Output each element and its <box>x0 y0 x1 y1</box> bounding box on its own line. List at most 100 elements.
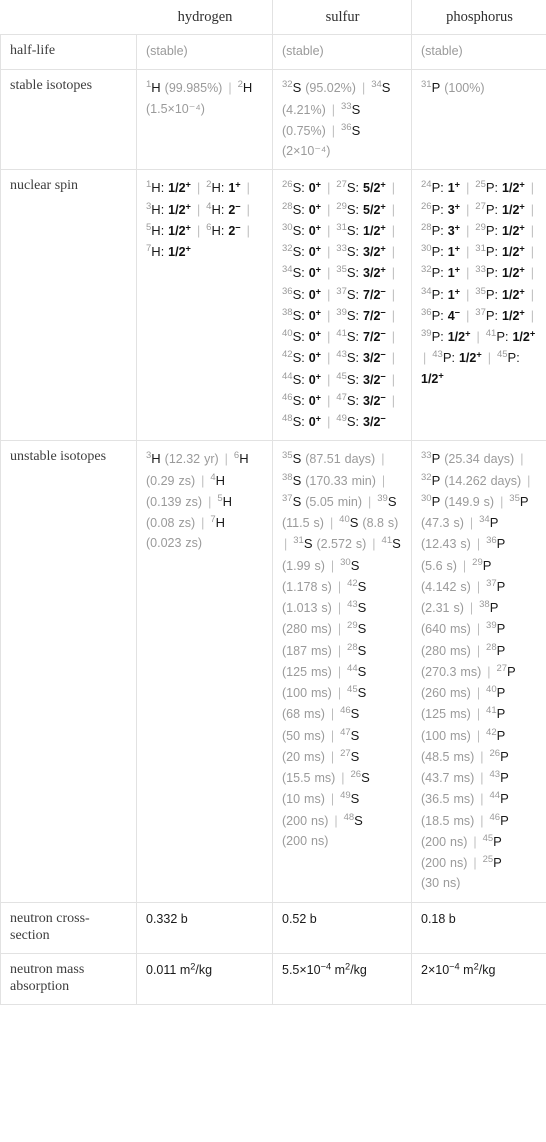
nuclear-spin-value: 1/2+ <box>502 243 525 260</box>
row-label-neutron-mass-absorption: neutron mass absorption <box>0 952 137 1005</box>
separator: | <box>391 287 396 302</box>
table-row: unstable isotopes 3H (12.32 yr) | 6H (0.2… <box>0 440 546 903</box>
separator: | <box>391 351 396 366</box>
nuclear-spin-value: 1/2+ <box>168 243 191 260</box>
separator: | <box>530 266 535 281</box>
nuclear-spin-value: 3/2− <box>363 349 386 366</box>
element-symbol: S <box>350 706 360 722</box>
separator: | <box>327 351 331 366</box>
cell-sulfur-neutron-mass-absorption: 5.5×10−4 m2/kg <box>272 952 412 1005</box>
isotope-abundance: (4.142 s) <box>421 579 471 594</box>
isotope-label: 27S: <box>336 179 360 196</box>
cell-sulfur-stable-isotopes: 32S (95.02%) | 34S (4.21%) | 33S (0.75%)… <box>272 69 412 171</box>
separator: | <box>476 686 481 701</box>
element-symbol: S <box>357 642 367 658</box>
element-symbol: P <box>500 748 509 764</box>
isotope-label: 45S <box>347 684 367 701</box>
isotope-label: 28S <box>347 641 367 658</box>
isotope-label: 31S: <box>336 221 360 238</box>
element-symbol: H <box>211 180 221 196</box>
isotope-label: 45P <box>482 832 502 849</box>
isotope-label: 27S <box>340 747 360 764</box>
separator: | <box>337 686 342 701</box>
isotope-label: 28S: <box>282 200 305 217</box>
element-symbol: S <box>357 621 367 637</box>
nuclear-spin-value: 0+ <box>308 201 322 217</box>
element-symbol: S <box>292 414 302 430</box>
element-symbol: P <box>482 557 492 573</box>
isotope-label: 30S: <box>282 221 305 238</box>
separator: | <box>530 308 535 323</box>
element-symbol: P <box>500 770 509 786</box>
isotope-label: 44S <box>347 662 367 679</box>
separator: | <box>391 308 396 323</box>
isotope-abundance: (640 ms) <box>421 622 471 637</box>
isotope-abundance: (4.21%) <box>282 102 326 117</box>
isotope-entry: 35S (87.51 days) <box>282 451 375 466</box>
isotope-label: 29S <box>347 620 367 637</box>
nuclear-spin-value: 0+ <box>308 179 322 196</box>
isotope-entry: 31S (2.572 s) <box>293 536 367 552</box>
separator: | <box>329 516 334 531</box>
separator: | <box>466 308 470 323</box>
element-symbol: S <box>292 286 302 302</box>
element-symbol: S <box>381 80 391 96</box>
separator: | <box>473 856 477 871</box>
separator: | <box>327 415 331 430</box>
isotope-abundance: (14.262 days) <box>444 473 522 488</box>
element-symbol: S <box>350 727 360 743</box>
element-symbol: H <box>239 451 249 467</box>
isotope-label: 37P: <box>475 306 499 323</box>
isotope-abundance: (43.7 ms) <box>421 771 475 786</box>
nuclear-spin-value: 0+ <box>308 349 322 366</box>
element-symbol: P <box>431 244 441 260</box>
isotope-abundance: (260 ms) <box>421 686 471 701</box>
isotope-entry: 33P (25.34 days) <box>421 450 514 467</box>
nuclear-spin-value: 1/2+ <box>502 201 525 217</box>
isotope-label: 42P <box>486 726 506 743</box>
isotope-abundance: (270.3 ms) <box>421 664 482 679</box>
nuclear-spin-value: 1/2+ <box>168 179 191 196</box>
cell-hydrogen-unstable-isotopes: 3H (12.32 yr) | 6H (0.29 zs) | 4H (0.139… <box>136 440 273 903</box>
isotope-label: 46P <box>489 811 509 828</box>
separator: | <box>331 123 336 138</box>
isotope-abundance: (1.99 s) <box>282 558 325 573</box>
isotope-label: 36P <box>486 535 506 552</box>
element-symbol: H <box>211 201 221 217</box>
isotope-entry: 30P (149.9 s) <box>421 494 494 509</box>
isotope-label: 26S: <box>282 179 305 196</box>
separator: | <box>246 202 250 217</box>
element-symbol: S <box>292 244 302 260</box>
element-symbol: P <box>431 451 441 467</box>
element-symbol: P <box>485 201 495 217</box>
isotope-abundance: (2.572 s) <box>316 537 367 552</box>
separator: | <box>337 664 342 679</box>
element-symbol: S <box>351 122 361 138</box>
separator: | <box>327 181 331 196</box>
separator: | <box>391 330 396 345</box>
isotope-label: 44P <box>489 790 509 807</box>
cell-hydrogen-nuclear-spin: 1H: 1/2+ | 2H: 1+ | 3H: 1/2+ | 4H: 2− | … <box>136 169 273 442</box>
nuclear-spin-value: 1/2+ <box>502 286 525 302</box>
separator: | <box>520 452 524 467</box>
element-symbol: P <box>496 536 506 552</box>
separator: | <box>327 372 331 387</box>
isotope-label: 48S <box>343 811 363 828</box>
nuclear-spin-value: 7/2− <box>363 286 386 302</box>
nuclear-spin-value: 3/2+ <box>363 264 386 281</box>
nuclear-spin-value: 0+ <box>308 371 322 387</box>
cell-sulfur-nuclear-spin: 26S: 0+ | 27S: 5/2+ | 28S: 0+ | 29S: 5/2… <box>272 169 412 442</box>
separator: | <box>196 202 201 217</box>
cell-sulfur-unstable-isotopes: 35S (87.51 days) | 38S (170.33 min) | 37… <box>272 440 412 903</box>
element-symbol: S <box>346 392 356 408</box>
isotope-label: 45P: <box>496 349 520 366</box>
element-symbol: S <box>346 201 356 217</box>
isotope-label: 31P: <box>475 243 499 260</box>
separator: | <box>330 558 335 573</box>
isotope-label: 49S <box>340 790 360 807</box>
isotope-label: 1H <box>146 79 161 96</box>
isotope-label: 33P <box>421 450 441 467</box>
isotope-label: 3H <box>146 450 161 467</box>
isotope-label: 39P <box>486 620 506 637</box>
isotope-label: 38S: <box>282 306 305 323</box>
